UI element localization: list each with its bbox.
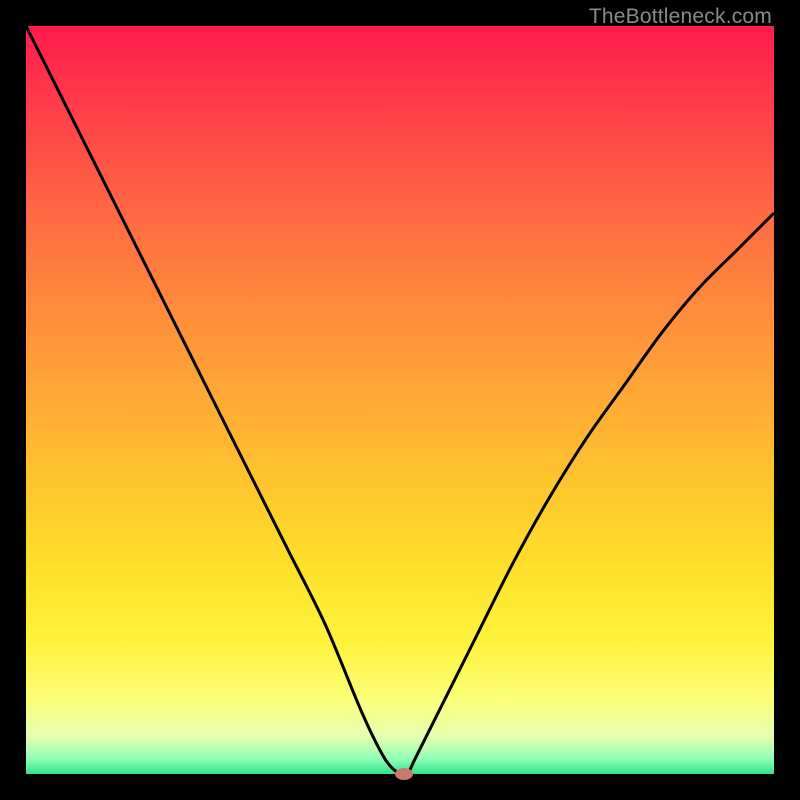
watermark-text: TheBottleneck.com	[589, 5, 772, 29]
bottleneck-curve	[26, 26, 774, 774]
optimum-marker	[395, 768, 413, 780]
